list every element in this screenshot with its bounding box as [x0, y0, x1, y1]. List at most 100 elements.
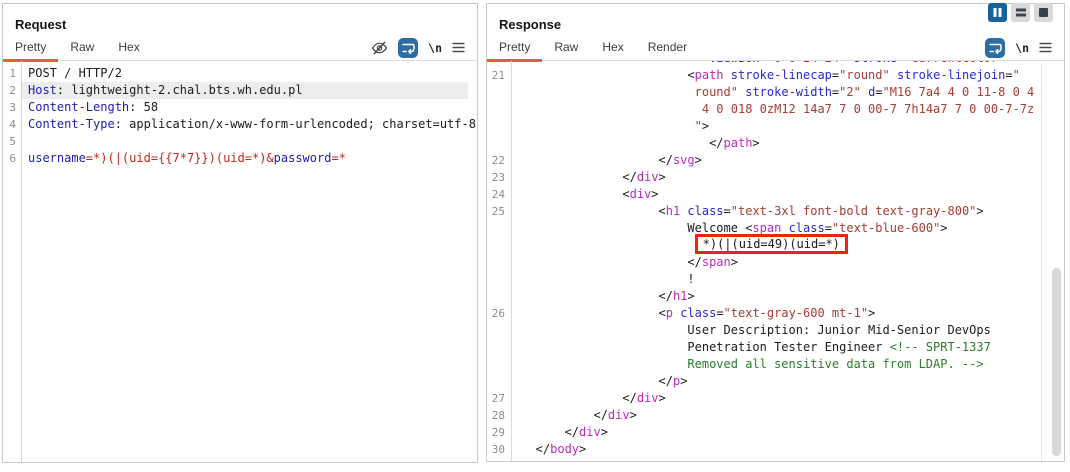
menu-icon[interactable] — [452, 42, 465, 53]
code-text: class — [680, 306, 716, 320]
code-text: div — [608, 408, 630, 422]
request-editor[interactable]: 1POST / HTTP/22Host: lightweight-2.chal.… — [3, 61, 477, 462]
code-text: stroke-width — [745, 85, 832, 99]
code-line: 4Content-Type: application/x-www-form-ur… — [3, 116, 477, 133]
code-text: > — [579, 442, 586, 456]
code-text: span — [702, 255, 731, 269]
code-text: "round" — [839, 68, 890, 82]
code-text: Welcome < — [514, 221, 752, 235]
code-text: username — [28, 151, 86, 165]
code-text: = — [825, 221, 832, 235]
code-text: > — [702, 119, 709, 133]
code-text: </ — [514, 170, 637, 184]
code-text: span — [752, 221, 781, 235]
code-line: 1POST / HTTP/2 — [3, 65, 477, 82]
code-text — [514, 85, 695, 99]
code-line-wrap: </h1> — [487, 288, 1064, 305]
response-tab-render[interactable]: Render — [636, 35, 699, 60]
request-title: Request — [15, 17, 477, 32]
code-line-wrap: *)(|(uid=49)(uid=*) — [487, 237, 1064, 254]
response-tab-pretty[interactable]: Pretty — [487, 35, 542, 60]
code-text: div — [637, 170, 659, 184]
response-tab-bar: PrettyRawHexRender \n — [487, 35, 1064, 61]
code-text: > — [695, 153, 702, 167]
line-number: 23 — [487, 169, 511, 186]
code-text — [514, 102, 695, 116]
code-text: stroke — [854, 61, 897, 65]
single-pane-button[interactable] — [1034, 3, 1053, 22]
line-number — [487, 322, 511, 339]
request-toolbar: \n — [371, 35, 477, 60]
scrollbar-thumb[interactable] — [1052, 268, 1061, 456]
code-text: < — [514, 204, 666, 218]
code-text: > — [868, 306, 875, 320]
code-text: class — [789, 221, 825, 235]
code-text: svg — [673, 153, 695, 167]
line-number — [487, 84, 511, 101]
code-line: 29 </div> — [487, 424, 1064, 441]
response-tab-raw[interactable]: Raw — [542, 35, 590, 60]
code-text: 4 0 018 0zM12 14a7 7 0 00-7 7h14a7 7 0 0… — [695, 102, 1035, 116]
line-number — [487, 237, 511, 254]
code-text: </ — [514, 153, 673, 167]
request-tab-pretty[interactable]: Pretty — [3, 35, 58, 60]
newline-icon[interactable]: \n — [428, 41, 442, 55]
line-number: 22 — [487, 152, 511, 169]
code-line-wrap: round" stroke-width="2" d="M16 7a4 4 0 1… — [487, 84, 1064, 101]
request-tab-hex[interactable]: Hex — [106, 35, 151, 60]
code-text — [724, 68, 731, 82]
response-tab-hex[interactable]: Hex — [590, 35, 635, 60]
code-line: 25 <h1 class="text-3xl font-bold text-gr… — [487, 203, 1064, 220]
split-columns-button[interactable] — [988, 3, 1007, 22]
line-number: 30 — [487, 441, 511, 458]
code-line: 6username=*)(|(uid={{7*7}})(uid=*)&passw… — [3, 150, 477, 167]
code-text: < — [514, 187, 630, 201]
word-wrap-icon[interactable] — [398, 38, 418, 58]
code-text: 58 — [144, 100, 158, 114]
code-text: </ — [514, 255, 702, 269]
code-text: > — [651, 187, 658, 201]
code-line-wrap: ! — [487, 271, 1064, 288]
menu-icon[interactable] — [1039, 42, 1052, 53]
code-text: = — [724, 204, 731, 218]
line-number: 27 — [487, 390, 511, 407]
code-text: > — [630, 408, 637, 422]
response-panel: Response PrettyRawHexRender \n viewBo — [486, 3, 1065, 462]
line-number: 3 — [3, 99, 21, 116]
code-text: </ — [514, 289, 673, 303]
code-text: viewBox — [709, 61, 760, 65]
code-text: > — [659, 391, 666, 405]
line-number: 2 — [3, 82, 21, 99]
code-text: : — [129, 100, 143, 114]
line-number: 5 — [3, 133, 21, 150]
code-text: Removed all sensitive data from LDAP. --… — [687, 357, 983, 371]
code-line: 3Content-Length: 58 — [3, 99, 477, 116]
response-editor[interactable]: viewBox="0 0 24 24" stroke="currentColor… — [487, 61, 1064, 461]
code-text: stroke-linejoin — [897, 68, 1005, 82]
line-number — [487, 135, 511, 152]
code-text: path — [724, 136, 753, 150]
request-tab-raw[interactable]: Raw — [58, 35, 106, 60]
code-text: : — [57, 83, 71, 97]
code-text: = — [760, 61, 767, 65]
line-number: 24 — [487, 186, 511, 203]
request-panel: Request PrettyRawHex \n — [2, 3, 478, 463]
scrollbar-track — [1041, 64, 1042, 461]
line-number: 26 — [487, 305, 511, 322]
newline-icon[interactable]: \n — [1015, 41, 1029, 55]
hide-icon[interactable] — [371, 40, 388, 56]
code-text: =*)(|(uid={{7*7}})(uid=*)& — [86, 151, 274, 165]
word-wrap-icon[interactable] — [985, 38, 1005, 58]
code-text: body — [550, 442, 579, 456]
code-text: </ — [514, 136, 724, 150]
code-text: < — [514, 306, 666, 320]
code-text: application/x-www-form-urlencoded; chars… — [129, 117, 476, 131]
code-line-wrap: "> — [487, 118, 1064, 135]
code-text: > — [1005, 61, 1012, 65]
line-number: 4 — [3, 116, 21, 133]
code-line: 27 </div> — [487, 390, 1064, 407]
code-text: </ — [514, 391, 637, 405]
code-text: "M16 7a4 4 0 11-8 0 4 — [883, 85, 1035, 99]
split-rows-button[interactable] — [1011, 3, 1030, 22]
line-number — [487, 220, 511, 237]
